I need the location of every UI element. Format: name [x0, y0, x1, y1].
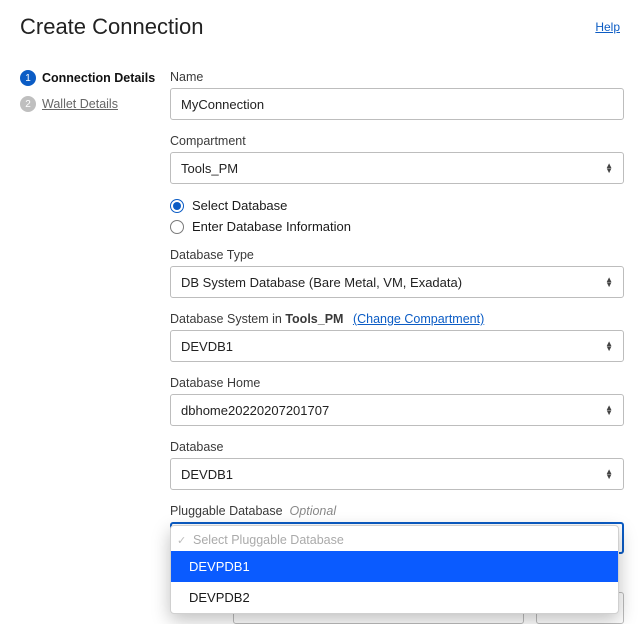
database-home-label: Database Home [170, 376, 624, 390]
step-number-badge: 2 [20, 96, 36, 112]
radio-label: Select Database [192, 198, 287, 213]
dropdown-option-devpdb1[interactable]: DEVPDB1 [171, 551, 618, 582]
step-number-badge: 1 [20, 70, 36, 86]
name-input[interactable]: MyConnection [170, 88, 624, 120]
database-value: DEVDB1 [181, 467, 233, 482]
help-link[interactable]: Help [595, 20, 620, 34]
chevron-updown-icon: ▲▼ [605, 341, 613, 351]
radio-select-database[interactable]: Select Database [170, 198, 624, 213]
name-label: Name [170, 70, 624, 84]
database-type-label: Database Type [170, 248, 624, 262]
change-compartment-link[interactable]: (Change Compartment) [353, 312, 484, 326]
compartment-value: Tools_PM [181, 161, 238, 176]
database-system-label: Database System in Tools_PM (Change Comp… [170, 312, 624, 326]
step-label: Connection Details [42, 71, 155, 85]
chevron-updown-icon: ▲▼ [605, 405, 613, 415]
form-panel: Name MyConnection Compartment Tools_PM ▲… [170, 70, 624, 624]
check-icon: ✓ [177, 534, 189, 547]
database-select[interactable]: DEVDB1 ▲▼ [170, 458, 624, 490]
database-system-value: DEVDB1 [181, 339, 233, 354]
dropdown-placeholder: ✓ Select Pluggable Database [171, 526, 618, 551]
chevron-updown-icon: ▲▼ [605, 163, 613, 173]
database-system-select[interactable]: DEVDB1 ▲▼ [170, 330, 624, 362]
radio-icon [170, 220, 184, 234]
chevron-updown-icon: ▲▼ [605, 277, 613, 287]
database-label: Database [170, 440, 624, 454]
database-home-select[interactable]: dbhome20220207201707 ▲▼ [170, 394, 624, 426]
chevron-updown-icon: ▲▼ [605, 469, 613, 479]
database-type-value: DB System Database (Bare Metal, VM, Exad… [181, 275, 462, 290]
pluggable-database-label: Pluggable Database Optional [170, 504, 624, 518]
step-wallet-details[interactable]: 2 Wallet Details [20, 96, 170, 112]
radio-icon [170, 199, 184, 213]
dropdown-option-devpdb2[interactable]: DEVPDB2 [171, 582, 618, 613]
step-label: Wallet Details [42, 97, 118, 111]
step-connection-details[interactable]: 1 Connection Details [20, 70, 170, 86]
wizard-steps: 1 Connection Details 2 Wallet Details [20, 70, 170, 624]
database-home-value: dbhome20220207201707 [181, 403, 329, 418]
compartment-select[interactable]: Tools_PM ▲▼ [170, 152, 624, 184]
radio-label: Enter Database Information [192, 219, 351, 234]
page-title: Create Connection [20, 14, 203, 40]
compartment-label: Compartment [170, 134, 624, 148]
radio-enter-database-info[interactable]: Enter Database Information [170, 219, 624, 234]
database-type-select[interactable]: DB System Database (Bare Metal, VM, Exad… [170, 266, 624, 298]
name-value: MyConnection [181, 97, 264, 112]
pluggable-database-dropdown: ✓ Select Pluggable Database DEVPDB1 DEVP… [170, 525, 619, 614]
